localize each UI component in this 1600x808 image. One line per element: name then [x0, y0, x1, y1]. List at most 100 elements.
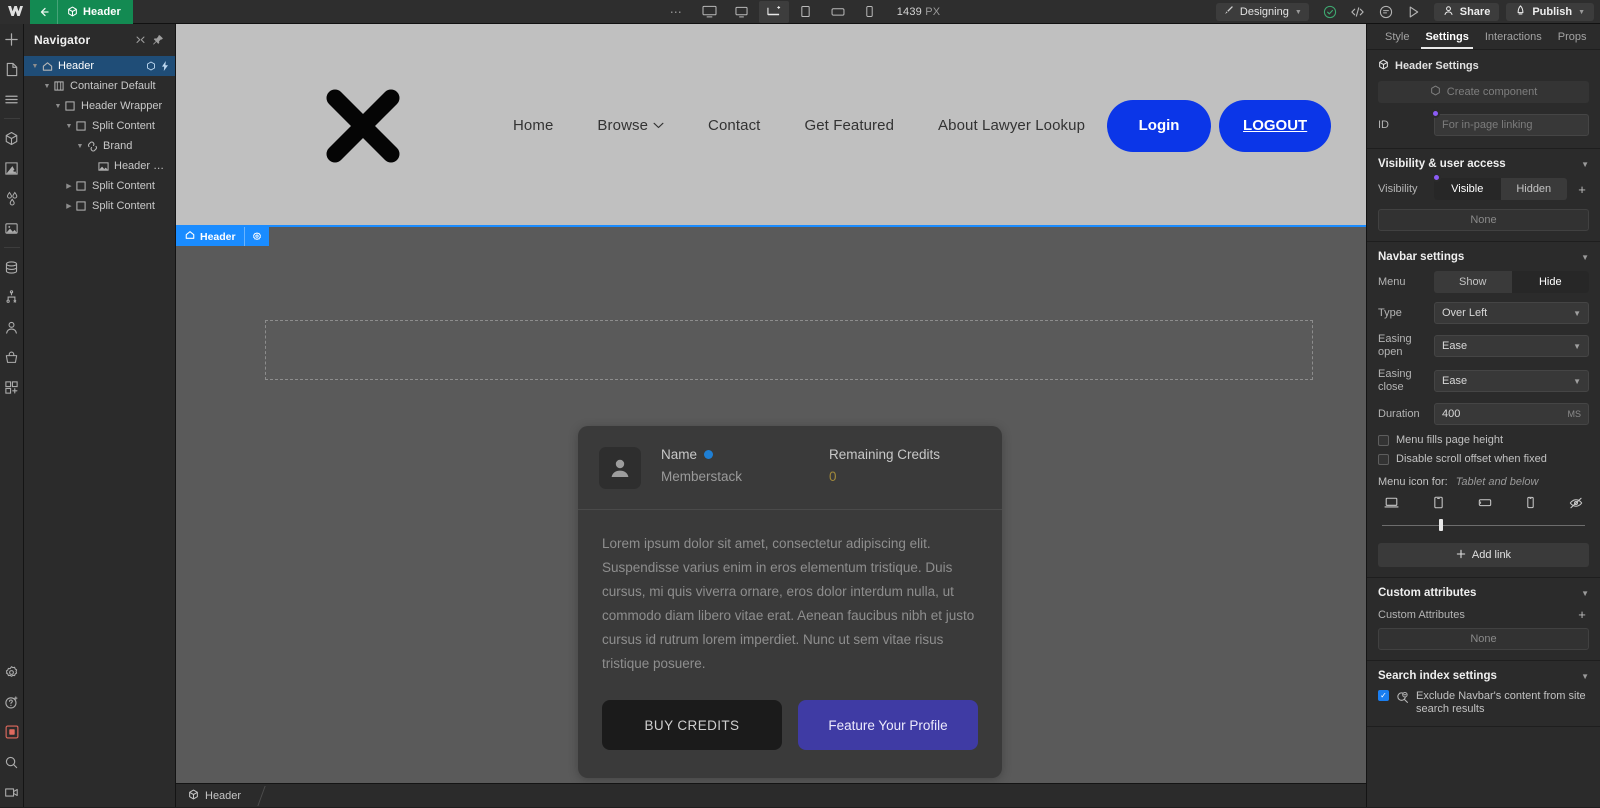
checkbox-menu-fills-page-height[interactable]	[1378, 435, 1389, 446]
visibility-section-header[interactable]: Visibility & user access ▼	[1378, 158, 1589, 170]
breadcrumb-header[interactable]: Header	[176, 784, 255, 808]
variable-binding-dot-icon[interactable]	[1431, 109, 1440, 118]
more-options-icon[interactable]: ⋯	[660, 5, 693, 19]
tree-item-container-default[interactable]: ▼ Container Default	[24, 76, 175, 96]
buy-credits-button[interactable]: BUY CREDITS	[602, 700, 782, 750]
variables-icon[interactable]	[0, 183, 24, 213]
search-index-header[interactable]: Search index settings ▼	[1378, 670, 1589, 682]
create-component-button[interactable]: Create component	[1378, 81, 1589, 103]
chevron-down-icon[interactable]: ▼	[1581, 253, 1589, 262]
custom-attributes-header[interactable]: Custom attributes ▼	[1378, 587, 1589, 599]
media-image-icon[interactable]	[0, 213, 24, 243]
exclude-from-search-row[interactable]: ✓ Exclude Navbar's content from site sea…	[1378, 690, 1589, 716]
back-arrow-icon[interactable]	[30, 0, 58, 24]
component-icon[interactable]	[146, 61, 156, 71]
chevron-down-icon[interactable]: ▼	[53, 103, 63, 110]
variable-binding-dot-icon[interactable]	[1432, 173, 1441, 182]
tree-item-brand[interactable]: ▼ Brand	[24, 136, 175, 156]
chevron-down-icon[interactable]: ▼	[1581, 589, 1589, 598]
search-icon[interactable]	[0, 747, 24, 777]
chevron-down-icon[interactable]: ▼	[30, 63, 40, 70]
share-button[interactable]: Share	[1434, 3, 1500, 21]
mobile-icon[interactable]	[1526, 496, 1535, 509]
users-icon[interactable]	[0, 312, 24, 342]
chevron-right-icon[interactable]: ▶	[64, 202, 74, 210]
tab-interactions[interactable]: Interactions	[1477, 31, 1550, 49]
settings-gear-icon[interactable]	[0, 657, 24, 687]
easing-open-select[interactable]: Ease ▼	[1434, 335, 1589, 357]
assets-icon[interactable]	[0, 153, 24, 183]
components-icon[interactable]	[0, 123, 24, 153]
interactions-bolt-icon[interactable]	[161, 61, 169, 71]
visibility-option-hidden[interactable]: Hidden	[1501, 178, 1568, 200]
menu-option-hide[interactable]: Hide	[1512, 271, 1590, 293]
gear-icon[interactable]	[245, 232, 269, 242]
chevron-down-icon[interactable]: ▼	[42, 83, 52, 90]
breakpoint-tablet[interactable]	[791, 1, 821, 23]
breakpoint-desktop[interactable]	[727, 1, 757, 23]
checkbox-exclude-from-search[interactable]: ✓	[1378, 690, 1389, 701]
code-icon[interactable]	[1345, 1, 1371, 23]
tree-item-split-content-3[interactable]: ▶ Split Content	[24, 196, 175, 216]
tree-item-header[interactable]: ▼ Header	[24, 56, 175, 76]
preview-play-icon[interactable]	[1401, 1, 1427, 23]
navbar-section-header[interactable]: Navbar settings ▼	[1378, 251, 1589, 263]
collapse-all-icon[interactable]	[131, 31, 149, 49]
chevron-down-icon[interactable]: ▼	[75, 143, 85, 150]
add-panel-icon[interactable]	[0, 24, 24, 54]
logout-button[interactable]: LOGOUT	[1219, 100, 1331, 152]
duration-input[interactable]: 400 MS	[1434, 403, 1589, 425]
feature-profile-button[interactable]: Feature Your Profile	[798, 700, 978, 750]
tree-item-split-content-2[interactable]: ▶ Split Content	[24, 176, 175, 196]
add-link-button[interactable]: Add link	[1378, 543, 1589, 567]
pin-panel-icon[interactable]	[149, 31, 167, 49]
back-to-page-chip[interactable]: Header	[30, 0, 133, 24]
empty-section-placeholder[interactable]	[265, 320, 1313, 380]
nav-link-contact[interactable]: Contact	[686, 117, 782, 134]
breakpoint-mobile-landscape[interactable]	[823, 1, 853, 23]
nav-link-get-featured[interactable]: Get Featured	[782, 117, 916, 134]
design-canvas[interactable]: Home Browse Contact Get Featured About L…	[176, 24, 1366, 807]
laptop-icon[interactable]	[1384, 496, 1399, 509]
chevron-down-icon[interactable]: ▼	[1581, 672, 1589, 681]
logic-icon[interactable]	[0, 282, 24, 312]
nav-link-about-lawyer-lookup[interactable]: About Lawyer Lookup	[916, 117, 1107, 134]
visibility-option-visible[interactable]: Visible	[1434, 178, 1501, 200]
checkbox-disable-scroll-offset[interactable]	[1378, 454, 1389, 465]
slider-handle[interactable]	[1439, 519, 1443, 531]
selected-element-badge[interactable]: Header	[176, 227, 269, 246]
pages-icon[interactable]	[0, 54, 24, 84]
tab-props[interactable]: Props	[1550, 31, 1595, 49]
nav-link-home[interactable]: Home	[491, 117, 575, 134]
chevron-down-icon[interactable]: ▼	[64, 123, 74, 130]
apps-icon[interactable]	[0, 372, 24, 402]
add-visibility-condition-icon[interactable]: +	[1575, 182, 1589, 197]
breakpoint-mobile-portrait[interactable]	[855, 1, 885, 23]
webflow-logo-icon[interactable]	[0, 0, 30, 24]
nav-link-browse[interactable]: Browse	[575, 117, 686, 134]
help-icon[interactable]	[0, 687, 24, 717]
audit-check-icon[interactable]	[1317, 1, 1343, 23]
menu-option-show[interactable]: Show	[1434, 271, 1512, 293]
ecommerce-icon[interactable]	[0, 342, 24, 372]
easing-close-select[interactable]: Ease ▼	[1434, 370, 1589, 392]
menu-icon-breakpoint-slider[interactable]	[1382, 518, 1585, 532]
tree-item-split-content-1[interactable]: ▼ Split Content	[24, 116, 175, 136]
chevron-right-icon[interactable]: ▶	[64, 182, 74, 190]
tree-item-header-logo[interactable]: Header Logo	[24, 156, 175, 176]
member-profile-card[interactable]: Name Memberstack Remaining Credits 0 Lor…	[578, 426, 1002, 778]
chevron-down-icon[interactable]: ▼	[1581, 160, 1589, 169]
mode-selector[interactable]: Designing ▼	[1216, 3, 1309, 21]
type-select[interactable]: Over Left ▼	[1434, 302, 1589, 324]
x-brand-logo-icon[interactable]	[315, 78, 411, 174]
add-custom-attribute-icon[interactable]: +	[1575, 607, 1589, 622]
tab-style[interactable]: Style	[1377, 31, 1417, 49]
publish-button[interactable]: Publish ▼	[1506, 3, 1594, 21]
breakpoint-desktop-base[interactable]	[759, 1, 789, 23]
breakpoint-desktop-large[interactable]	[695, 1, 725, 23]
recording-icon[interactable]	[0, 717, 24, 747]
login-button[interactable]: Login	[1107, 100, 1211, 152]
tab-settings[interactable]: Settings	[1417, 31, 1476, 49]
video-tutorials-icon[interactable]	[0, 777, 24, 807]
comments-icon[interactable]	[1373, 1, 1399, 23]
